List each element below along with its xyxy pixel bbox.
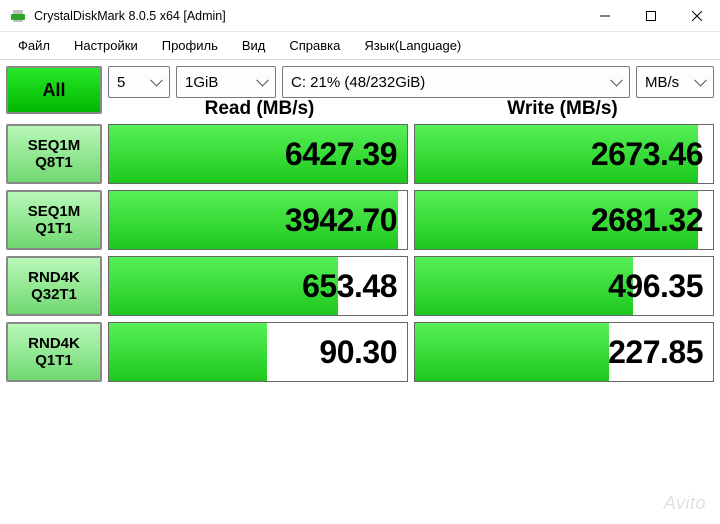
- write-cell-0: 2673.46: [414, 124, 714, 184]
- read-cell-0: 6427.39: [108, 124, 408, 184]
- minimize-button[interactable]: [582, 0, 628, 32]
- drive-select[interactable]: C: 21% (48/232GiB): [282, 66, 630, 98]
- result-row-2: RND4K Q32T1 653.48 496.35: [6, 256, 714, 316]
- read-value-3: 90.30: [319, 334, 397, 371]
- window-title: CrystalDiskMark 8.0.5 x64 [Admin]: [34, 9, 582, 23]
- header-spacer: [6, 98, 108, 122]
- write-value-0: 2673.46: [591, 136, 703, 173]
- maximize-button[interactable]: [628, 0, 674, 32]
- test-label-line2: Q8T1: [35, 154, 73, 171]
- close-button[interactable]: [674, 0, 720, 32]
- read-value-0: 6427.39: [285, 136, 397, 173]
- watermark: Avito: [664, 493, 706, 514]
- app-window: CrystalDiskMark 8.0.5 x64 [Admin] Файл Н…: [0, 0, 720, 394]
- window-controls: [582, 0, 720, 32]
- menu-profile[interactable]: Профиль: [150, 34, 230, 57]
- read-cell-1: 3942.70: [108, 190, 408, 250]
- test-label-line1: RND4K: [28, 335, 80, 352]
- test-label-line1: RND4K: [28, 269, 80, 286]
- test-button-rnd4k-q1t1[interactable]: RND4K Q1T1: [6, 322, 102, 382]
- titlebar: CrystalDiskMark 8.0.5 x64 [Admin]: [0, 0, 720, 32]
- drive-value: C: 21% (48/232GiB): [291, 74, 425, 91]
- test-label-line2: Q1T1: [35, 220, 73, 237]
- unit-select[interactable]: MB/s: [636, 66, 714, 98]
- write-value-3: 227.85: [608, 334, 703, 371]
- result-row-1: SEQ1M Q1T1 3942.70 2681.32: [6, 190, 714, 250]
- menu-file[interactable]: Файл: [6, 34, 62, 57]
- test-button-seq1m-q1t1[interactable]: SEQ1M Q1T1: [6, 190, 102, 250]
- results-grid: SEQ1M Q8T1 6427.39 2673.46 SEQ1M Q1T1: [6, 124, 714, 382]
- write-cell-3: 227.85: [414, 322, 714, 382]
- read-cell-3: 90.30: [108, 322, 408, 382]
- test-count-value: 5: [117, 74, 125, 91]
- unit-value: MB/s: [645, 74, 679, 91]
- test-size-select[interactable]: 1GiB: [176, 66, 276, 98]
- test-label-line1: SEQ1M: [28, 137, 81, 154]
- write-value-2: 496.35: [608, 268, 703, 305]
- read-value-1: 3942.70: [285, 202, 397, 239]
- write-bar-3: [415, 323, 609, 381]
- result-row-3: RND4K Q1T1 90.30 227.85: [6, 322, 714, 382]
- read-value-2: 653.48: [302, 268, 397, 305]
- menu-view[interactable]: Вид: [230, 34, 278, 57]
- test-button-seq1m-q8t1[interactable]: SEQ1M Q8T1: [6, 124, 102, 184]
- app-icon: [10, 8, 26, 24]
- header-read: Read (MB/s): [108, 98, 411, 122]
- write-cell-1: 2681.32: [414, 190, 714, 250]
- headers-row: Read (MB/s) Write (MB/s): [6, 98, 714, 122]
- test-button-rnd4k-q32t1[interactable]: RND4K Q32T1: [6, 256, 102, 316]
- menubar: Файл Настройки Профиль Вид Справка Язык(…: [0, 32, 720, 60]
- write-cell-2: 496.35: [414, 256, 714, 316]
- header-write: Write (MB/s): [411, 98, 714, 122]
- read-cell-2: 653.48: [108, 256, 408, 316]
- menu-settings[interactable]: Настройки: [62, 34, 150, 57]
- menu-language[interactable]: Язык(Language): [352, 34, 473, 57]
- menu-help[interactable]: Справка: [277, 34, 352, 57]
- result-row-0: SEQ1M Q8T1 6427.39 2673.46: [6, 124, 714, 184]
- write-value-1: 2681.32: [591, 202, 703, 239]
- test-label-line1: SEQ1M: [28, 203, 81, 220]
- test-count-select[interactable]: 5: [108, 66, 170, 98]
- test-size-value: 1GiB: [185, 74, 218, 91]
- test-label-line2: Q32T1: [31, 286, 77, 303]
- write-bar-2: [415, 257, 633, 315]
- content-area: All 5 1GiB C: 21% (48/232GiB) MB/s Read …: [0, 60, 720, 394]
- read-bar-3: [109, 323, 267, 381]
- test-label-line2: Q1T1: [35, 352, 73, 369]
